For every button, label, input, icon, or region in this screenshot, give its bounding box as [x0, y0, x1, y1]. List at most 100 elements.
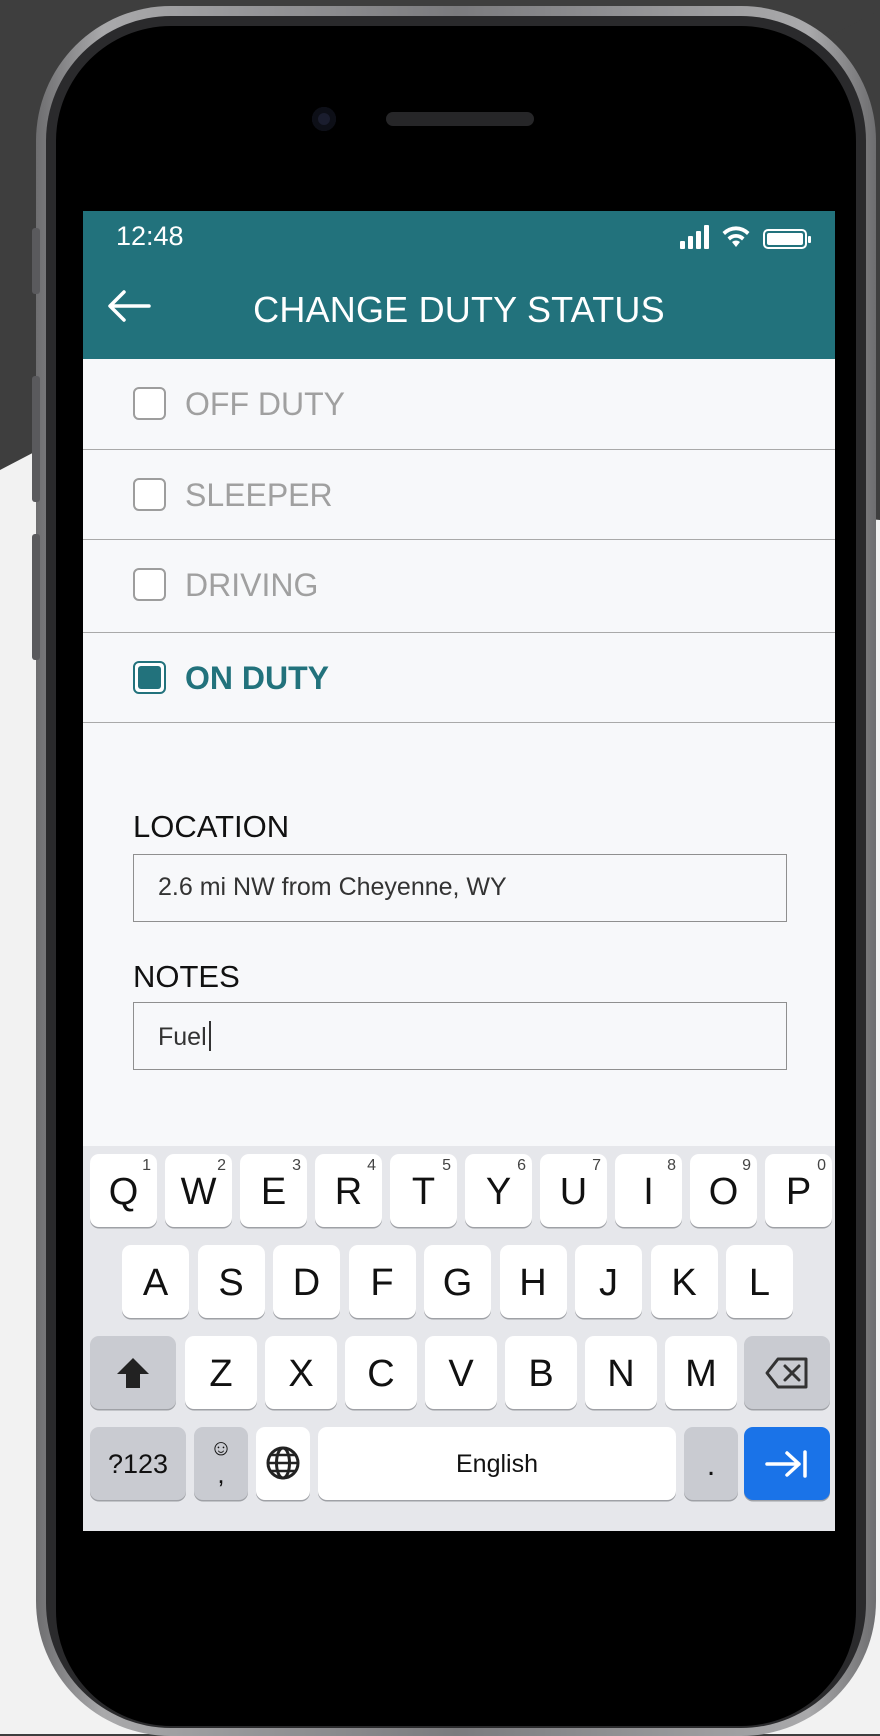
page-title: CHANGE DUTY STATUS [253, 289, 665, 330]
key-hint: 7 [592, 1157, 601, 1174]
notes-value: Fuel [158, 1023, 207, 1051]
key-h[interactable]: H [499, 1245, 567, 1318]
key-l[interactable]: L [726, 1245, 793, 1318]
key-label: P [785, 1171, 812, 1213]
key-label: T [411, 1171, 436, 1213]
checkbox-off-duty[interactable] [133, 387, 166, 420]
status-option-sleeper[interactable]: SLEEPER [83, 450, 835, 540]
comma-label: , [217, 1459, 225, 1489]
key-r[interactable]: R4 [315, 1154, 382, 1227]
earpiece-speaker [386, 112, 534, 126]
key-label: M [685, 1353, 717, 1395]
backspace-key[interactable] [744, 1336, 830, 1409]
symbols-key[interactable]: ?123 [90, 1427, 186, 1500]
key-u[interactable]: U7 [540, 1154, 607, 1227]
space-label: English [456, 1450, 538, 1478]
status-option-off-duty[interactable]: OFF DUTY [83, 359, 835, 450]
key-label: Z [209, 1353, 233, 1395]
key-a[interactable]: A [122, 1245, 189, 1318]
key-label: E [260, 1171, 287, 1213]
key-label: I [643, 1171, 654, 1213]
wifi-icon [722, 226, 750, 247]
key-hint: 1 [142, 1157, 151, 1174]
notes-input[interactable]: Fuel [133, 1002, 787, 1070]
period-label: . [706, 1449, 716, 1482]
key-w[interactable]: W2 [165, 1154, 232, 1227]
status-time: 12:48 [116, 221, 184, 251]
key-hint: 9 [742, 1157, 751, 1174]
key-g[interactable]: G [424, 1245, 491, 1318]
key-hint: 8 [667, 1157, 676, 1174]
key-label: Q [108, 1171, 139, 1213]
key-e[interactable]: E3 [240, 1154, 307, 1227]
status-icons [680, 221, 811, 249]
key-hint: 0 [817, 1157, 826, 1174]
key-v[interactable]: V [425, 1336, 497, 1409]
battery-icon [763, 229, 811, 249]
on-screen-keyboard: Q1W2E3R4T5Y6U7I8O9P0 ASDFGHJKL ZXCVBNM ?… [83, 1146, 835, 1531]
language-key[interactable] [256, 1427, 310, 1500]
key-j[interactable]: J [575, 1245, 642, 1318]
key-x[interactable]: X [265, 1336, 337, 1409]
notes-label: NOTES [133, 959, 240, 994]
symbols-label: ?123 [107, 1449, 169, 1479]
key-label: V [448, 1353, 474, 1395]
signal-icon [680, 225, 709, 249]
key-q[interactable]: Q1 [90, 1154, 157, 1227]
key-m[interactable]: M [665, 1336, 737, 1409]
emoji-icon: ☺ [209, 1435, 233, 1460]
key-label: X [288, 1353, 314, 1395]
key-t[interactable]: T5 [390, 1154, 457, 1227]
key-label: A [142, 1262, 169, 1304]
key-label: C [367, 1353, 395, 1395]
key-f[interactable]: F [348, 1245, 416, 1318]
key-label: H [519, 1262, 547, 1304]
checkbox-on-duty[interactable] [133, 661, 166, 694]
key-label: W [180, 1171, 217, 1213]
key-b[interactable]: B [505, 1336, 577, 1409]
status-label: ON DUTY [185, 660, 329, 696]
shift-key[interactable] [90, 1336, 176, 1409]
key-hint: 3 [292, 1157, 301, 1174]
key-k[interactable]: K [650, 1245, 718, 1318]
next-key[interactable] [744, 1427, 830, 1500]
checkbox-driving[interactable] [133, 568, 166, 601]
key-label: U [559, 1171, 588, 1213]
location-input[interactable]: 2.6 mi NW from Cheyenne, WY [133, 854, 787, 922]
status-option-on-duty[interactable]: ON DUTY [83, 633, 835, 723]
key-p[interactable]: P0 [765, 1154, 832, 1227]
status-option-driving[interactable]: DRIVING [83, 540, 835, 633]
app-screen: 12:48 CHANGE DUTY STATUS OFF DUTY SLEEPE… [83, 211, 835, 1531]
backspace-icon [765, 1357, 808, 1389]
checkbox-sleeper[interactable] [133, 478, 166, 511]
key-hint: 4 [367, 1157, 376, 1174]
key-d[interactable]: D [273, 1245, 340, 1318]
key-label: R [334, 1171, 363, 1213]
globe-icon [266, 1446, 300, 1480]
key-o[interactable]: O9 [690, 1154, 757, 1227]
text-caret [208, 1021, 211, 1051]
key-label: G [442, 1262, 473, 1304]
period-key[interactable]: . [684, 1427, 738, 1500]
key-n[interactable]: N [585, 1336, 657, 1409]
key-label: F [370, 1262, 394, 1304]
status-label: DRIVING [185, 567, 319, 603]
key-hint: 6 [517, 1157, 526, 1174]
emoji-key[interactable]: ☺ , [194, 1427, 248, 1500]
key-y[interactable]: Y6 [465, 1154, 532, 1227]
status-label: SLEEPER [185, 477, 333, 513]
mute-switch [32, 228, 40, 294]
app-header: 12:48 CHANGE DUTY STATUS [83, 211, 835, 359]
shift-icon [117, 1358, 149, 1388]
key-label: K [671, 1262, 697, 1304]
key-s[interactable]: S [197, 1245, 265, 1318]
key-hint: 5 [442, 1157, 451, 1174]
space-key[interactable]: English [318, 1427, 676, 1500]
key-label: Y [485, 1171, 512, 1213]
key-i[interactable]: I8 [615, 1154, 682, 1227]
key-c[interactable]: C [345, 1336, 417, 1409]
key-z[interactable]: Z [185, 1336, 257, 1409]
front-camera [312, 107, 336, 131]
notes-value-wrap: Fuel [158, 1021, 211, 1052]
duty-status-list: OFF DUTY SLEEPER DRIVING ON DUTY [83, 359, 835, 723]
